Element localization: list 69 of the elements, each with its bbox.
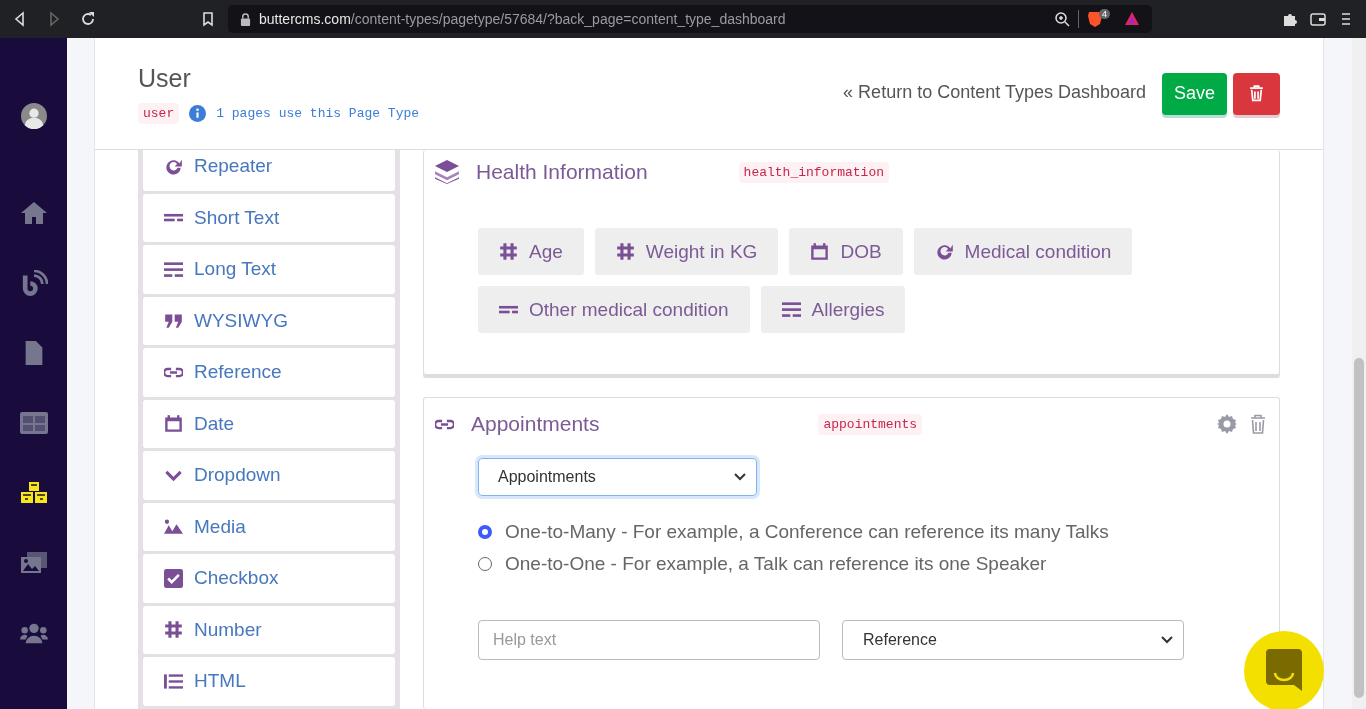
field-type-item[interactable]: Short Text: [143, 193, 395, 242]
images-icon[interactable]: [19, 550, 48, 576]
bookmark-icon[interactable]: [200, 11, 216, 27]
image-icon: [164, 517, 183, 537]
radio-label: One-to-Many - For example, a Conference can reference its many Talks: [505, 521, 1109, 543]
slug-tag: appointments: [818, 413, 923, 435]
field-chip[interactable]: Age: [478, 228, 584, 275]
lock-icon: [240, 12, 251, 26]
calendar-icon: [164, 414, 183, 434]
checkbox-icon: [164, 568, 183, 588]
list-icon: [164, 671, 183, 691]
reload-icon[interactable]: [80, 11, 96, 27]
field-chip[interactable]: DOB: [789, 228, 903, 275]
field-type-item[interactable]: HTML: [143, 657, 395, 706]
long-text-icon: [781, 300, 801, 319]
usage-note: 1 pages use this Page Type: [216, 105, 420, 121]
chat-icon: [1264, 649, 1304, 693]
hash-icon: [499, 242, 518, 261]
field-type-select[interactable]: Reference: [842, 620, 1184, 660]
slug-tag: health_information: [738, 161, 890, 183]
return-link[interactable]: « Return to Content Types Dashboard: [843, 82, 1146, 103]
zoom-icon[interactable]: [1054, 11, 1070, 27]
field-chip[interactable]: Medical condition: [913, 228, 1133, 275]
field-type-item[interactable]: Number: [143, 605, 395, 654]
settings-icon[interactable]: [1217, 414, 1237, 434]
trash-icon[interactable]: [1248, 414, 1268, 434]
radio-button[interactable]: [478, 525, 492, 539]
field-chip[interactable]: Allergies: [760, 286, 906, 333]
wallet-icon[interactable]: [1310, 11, 1326, 27]
field-chip[interactable]: Weight in KG: [594, 228, 779, 275]
field-chip[interactable]: Other medical condition: [478, 286, 750, 333]
radio-label: One-to-One - For example, a Talk can reference its one Speaker: [505, 553, 1047, 575]
triangle-icon[interactable]: [1124, 11, 1140, 27]
target-select[interactable]: Appointments: [478, 458, 757, 496]
slug-tag: user: [138, 102, 180, 124]
save-button[interactable]: Save: [1161, 72, 1227, 115]
field-type-item[interactable]: Repeater: [143, 150, 395, 191]
chevron-down-icon: [734, 473, 746, 481]
long-text-icon: [164, 259, 183, 279]
chevron-down-icon: [1161, 636, 1173, 644]
table-icon[interactable]: [19, 410, 48, 436]
shield-count: 4: [1099, 9, 1110, 19]
field-type-item[interactable]: WYSIWYG: [143, 296, 395, 345]
field-type-item[interactable]: Media: [143, 502, 395, 551]
section-title: Appointments: [471, 412, 600, 436]
hash-icon: [164, 620, 183, 640]
address-bar[interactable]: buttercms.com/content-types/pagetype/57684/?back_page=content_type_dashboard 4: [228, 5, 1152, 33]
field-type-item[interactable]: Checkbox: [143, 554, 395, 603]
hash-icon: [615, 242, 635, 261]
layers-icon: [435, 160, 459, 184]
field-type-item[interactable]: Reference: [143, 348, 395, 397]
home-icon[interactable]: [19, 200, 48, 226]
cubes-icon[interactable]: [19, 480, 48, 506]
repeat-icon: [934, 242, 954, 261]
avatar-icon[interactable]: [19, 103, 48, 129]
help-text-field[interactable]: Help text: [478, 620, 820, 660]
calendar-icon: [810, 242, 830, 261]
field-type-item[interactable]: Dropdown: [143, 451, 395, 500]
section-title: Health Information: [476, 160, 648, 184]
trash-icon: [1249, 85, 1264, 102]
field-type-item[interactable]: Long Text: [143, 245, 395, 294]
scrollbar-thumb[interactable]: [1354, 358, 1364, 698]
field-type-item[interactable]: Date: [143, 399, 395, 448]
puzzle-icon[interactable]: [1282, 11, 1298, 27]
shield-icon[interactable]: [1087, 10, 1103, 28]
radio-button[interactable]: [478, 557, 492, 571]
delete-button[interactable]: [1233, 72, 1280, 115]
page-title: User: [138, 63, 192, 93]
info-icon: [189, 104, 207, 122]
